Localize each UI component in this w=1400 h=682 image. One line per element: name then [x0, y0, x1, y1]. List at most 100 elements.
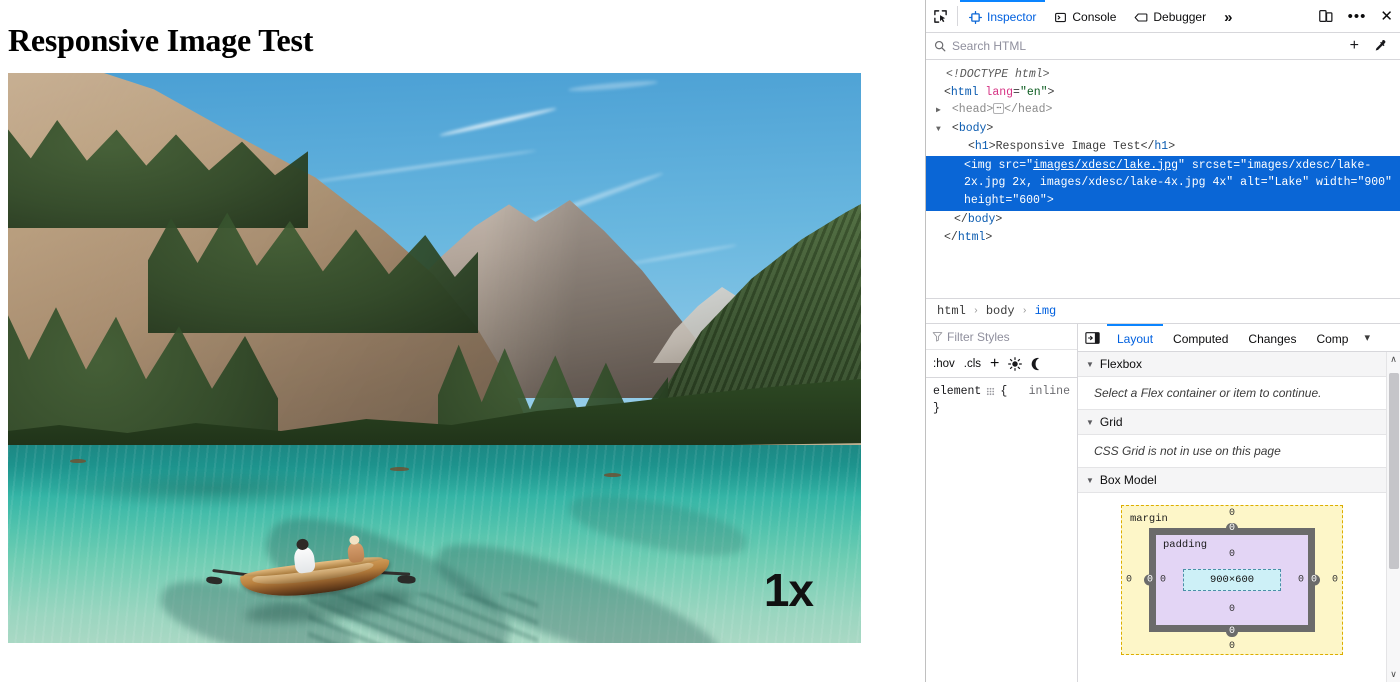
rower-figure [292, 545, 316, 574]
box-model-margin-region[interactable]: margin 0 0 0 0 border 0 0 0 [1121, 505, 1343, 655]
brace-open: { [1000, 385, 1008, 398]
console-icon [1054, 11, 1067, 24]
meatball-icon: ••• [1347, 7, 1367, 25]
tab-debugger-label: Debugger [1153, 10, 1207, 24]
breadcrumb: html › body › img [926, 298, 1400, 324]
tab-debugger[interactable]: Debugger [1125, 0, 1215, 32]
markup-line-img-selected[interactable]: <img src="images/xdesc/lake.jpg" srcset=… [926, 155, 1400, 211]
search-icon [934, 40, 946, 52]
breadcrumb-item-html[interactable]: html [934, 303, 969, 319]
tab-layout[interactable]: Layout [1107, 324, 1164, 351]
scrollbar-track[interactable] [1387, 367, 1400, 667]
styles-filter-placeholder[interactable]: Filter Styles [947, 330, 1010, 344]
web-page-viewport: Responsive Image Test 1x [0, 0, 925, 682]
collapsed-children-badge[interactable]: ⋯ [993, 103, 1005, 115]
more-options-button[interactable]: ••• [1341, 0, 1374, 32]
box-model-content-size[interactable]: 900×600 [1183, 569, 1281, 591]
layout-scroll-area: ▼ Flexbox Select a Flex container or ite… [1078, 352, 1386, 682]
element-rule-header: element { inline [933, 383, 1070, 400]
pseudo-class-hov-button[interactable]: :hov [933, 358, 955, 370]
classes-cls-button[interactable]: .cls [964, 358, 981, 370]
box-model-diagram: margin 0 0 0 0 border 0 0 0 [1078, 493, 1386, 655]
sidebar-toggle-icon[interactable] [1078, 324, 1107, 351]
border-right-value[interactable]: 0 [1307, 574, 1320, 586]
flexbox-empty-message: Select a Flex container or item to conti… [1078, 377, 1386, 410]
padding-top-value[interactable]: 0 [1229, 549, 1235, 560]
section-title-box-model: Box Model [1099, 473, 1157, 487]
tab-computed[interactable]: Computed [1163, 324, 1238, 351]
markup-line-body-close: </body> [954, 213, 1003, 226]
styles-pane: Filter Styles :hov .cls + element {inli… [926, 324, 1078, 682]
chevron-double-right-icon: » [1224, 8, 1233, 26]
moon-icon[interactable] [1031, 357, 1045, 371]
add-node-button[interactable]: + [1343, 37, 1366, 55]
toolbar-divider [957, 6, 958, 26]
breadcrumb-item-img[interactable]: img [1032, 303, 1060, 319]
margin-bottom-value[interactable]: 0 [1229, 641, 1235, 652]
styles-toolbar: :hov .cls + [926, 350, 1077, 378]
margin-label: margin [1130, 513, 1168, 525]
eyedropper-icon[interactable] [1366, 39, 1394, 53]
drag-handle-icon[interactable] [986, 387, 995, 396]
close-devtools-button[interactable]: ✕ [1373, 0, 1400, 32]
expand-triangle-icon[interactable]: ▶ [936, 102, 945, 120]
tab-console[interactable]: Console [1045, 0, 1125, 32]
section-title-grid: Grid [1099, 415, 1123, 429]
lake-image[interactable]: 1x [8, 73, 861, 643]
padding-bottom-value[interactable]: 0 [1229, 604, 1235, 615]
debugger-icon [1134, 11, 1148, 24]
img-src-link[interactable]: images/xdesc/lake.jpg [1033, 159, 1178, 172]
sun-icon[interactable] [1008, 356, 1023, 371]
layout-pane-body: ▼ Flexbox Select a Flex container or ite… [1078, 352, 1400, 682]
element-inline-style-rule[interactable]: element { inline } [926, 378, 1077, 422]
margin-left-value[interactable]: 0 [1126, 575, 1132, 586]
tab-inspector-label: Inspector [987, 10, 1037, 24]
margin-top-value[interactable]: 0 [1229, 508, 1235, 519]
tab-inspector[interactable]: Inspector [960, 0, 1046, 32]
tab-compatibility[interactable]: Comp [1306, 324, 1358, 351]
distant-boat [70, 459, 86, 463]
padding-left-value[interactable]: 0 [1160, 575, 1166, 586]
search-input[interactable] [946, 38, 1343, 54]
markup-line-html-open[interactable]: <html lang="en"> [926, 84, 1400, 102]
scrollbar-thumb[interactable] [1389, 373, 1399, 569]
oar-blade-right [397, 575, 416, 584]
collapse-triangle-icon[interactable]: ▼ [936, 121, 945, 139]
add-new-rule-button[interactable]: + [990, 355, 999, 373]
border-bottom-value[interactable]: 0 [1225, 626, 1239, 637]
markup-line-body-open[interactable]: ▼ <body> [926, 120, 1400, 139]
tabs-overflow-button[interactable]: » [1215, 0, 1241, 32]
padding-right-value[interactable]: 0 [1298, 575, 1304, 586]
markup-line-h1[interactable]: <h1>Responsive Image Test</h1> [926, 138, 1400, 156]
layout-pane-tabs: Layout Computed Changes Comp ▾ [1078, 324, 1400, 352]
inline-source-label[interactable]: inline [1029, 383, 1070, 400]
collapse-triangle-icon[interactable]: ▼ [1086, 360, 1094, 369]
breadcrumb-separator-icon: › [972, 305, 979, 317]
box-model-padding-region[interactable]: padding 0 0 0 0 900×600 [1156, 535, 1308, 625]
box-model-border-region[interactable]: border 0 0 0 0 padding 0 0 0 [1144, 523, 1320, 637]
scroll-down-icon[interactable]: ∨ [1390, 667, 1397, 682]
water-reflection [48, 469, 378, 509]
section-header-flexbox[interactable]: ▼ Flexbox [1078, 352, 1386, 377]
margin-right-value[interactable]: 0 [1332, 575, 1338, 586]
collapse-triangle-icon[interactable]: ▼ [1086, 418, 1094, 427]
filter-icon [932, 331, 943, 342]
pick-element-icon[interactable] [926, 0, 955, 32]
html-markup-tree[interactable]: <!DOCTYPE html> <html lang="en"> ▶ <head… [926, 60, 1400, 298]
page-title: Responsive Image Test [8, 22, 314, 58]
section-title-flexbox: Flexbox [1099, 357, 1142, 371]
section-header-grid[interactable]: ▼ Grid [1078, 410, 1386, 435]
tab-changes[interactable]: Changes [1238, 324, 1306, 351]
markup-line-head[interactable]: ▶ <head> ⋯ </head> [926, 101, 1400, 120]
responsive-design-mode-icon[interactable] [1311, 0, 1341, 32]
devtools-toolbar: Inspector Console Debugger » ••• ✕ [926, 0, 1400, 33]
border-top-value[interactable]: 0 [1225, 523, 1239, 534]
breadcrumb-item-body[interactable]: body [983, 303, 1018, 319]
layout-scrollbar[interactable]: ∧ ∨ [1386, 352, 1400, 682]
section-header-box-model[interactable]: ▼ Box Model [1078, 468, 1386, 493]
chevron-down-icon[interactable]: ▾ [1358, 324, 1376, 351]
collapse-triangle-icon[interactable]: ▼ [1086, 476, 1094, 485]
scroll-up-icon[interactable]: ∧ [1390, 352, 1397, 367]
border-left-value[interactable]: 0 [1144, 574, 1157, 586]
